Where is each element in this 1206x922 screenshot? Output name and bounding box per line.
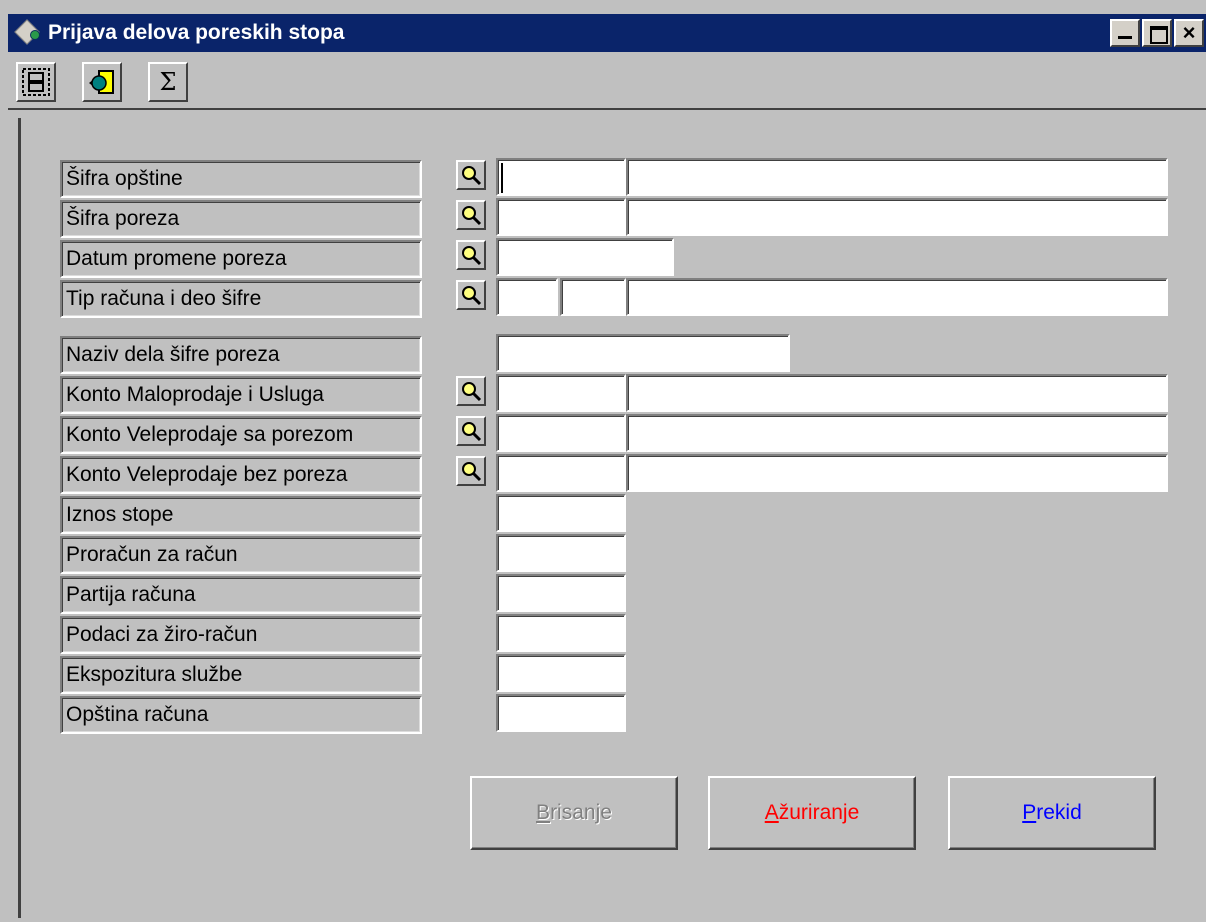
app-icon[interactable] bbox=[14, 19, 42, 46]
label-tip-racuna: Tip računa i deo šifre bbox=[60, 280, 422, 318]
lookup-konto-maloprodaje-button[interactable] bbox=[456, 376, 486, 406]
deo-sifre-input[interactable] bbox=[560, 278, 626, 316]
tag-icon bbox=[89, 70, 114, 94]
konto-veleprodaje-bez-name-input[interactable] bbox=[626, 454, 1168, 492]
lookup-datum-button[interactable] bbox=[456, 240, 486, 270]
sifra-opstine-name-input[interactable] bbox=[626, 158, 1168, 196]
lookup-tip-racuna-button[interactable] bbox=[456, 280, 486, 310]
lookup-sifra-poreza-button[interactable] bbox=[456, 200, 486, 230]
form-frame-edge bbox=[18, 118, 21, 918]
label-konto-veleprodaje-sa: Konto Veleprodaje sa porezom bbox=[60, 416, 422, 454]
iznos-stope-input[interactable] bbox=[496, 494, 626, 532]
label-podaci-ziro: Podaci za žiro-račun bbox=[60, 616, 422, 654]
layout-tool-button[interactable] bbox=[16, 62, 56, 102]
lookup-sifra-opstine-button[interactable] bbox=[456, 160, 486, 190]
delete-accelerator: B bbox=[536, 801, 551, 824]
magnifier-icon bbox=[462, 206, 482, 226]
label-proracun: Proračun za račun bbox=[60, 536, 422, 574]
close-icon: × bbox=[1182, 20, 1196, 45]
label-iznos-stope: Iznos stope bbox=[60, 496, 422, 534]
delete-label: risanje bbox=[550, 801, 612, 824]
text-caret bbox=[501, 163, 503, 193]
minimize-button[interactable] bbox=[1110, 19, 1140, 47]
app-window: Prijava delova poreskih stopa × Σ Šifra … bbox=[0, 0, 1206, 922]
label-ekspozitura: Ekspozitura službe bbox=[60, 656, 422, 694]
delete-button[interactable]: Brisanje bbox=[470, 776, 678, 850]
sifra-poreza-name-input[interactable] bbox=[626, 198, 1168, 236]
sifra-opstine-code-input[interactable] bbox=[496, 158, 626, 196]
konto-maloprodaje-name-input[interactable] bbox=[626, 374, 1168, 412]
update-accelerator: A bbox=[764, 801, 779, 824]
window-title: Prijava delova poreskih stopa bbox=[48, 21, 345, 44]
proracun-input[interactable] bbox=[496, 534, 626, 572]
partija-input[interactable] bbox=[496, 574, 626, 612]
datum-promene-input[interactable] bbox=[496, 238, 674, 276]
label-sifra-opstine: Šifra opštine bbox=[60, 160, 422, 198]
label-naziv-dela: Naziv dela šifre poreza bbox=[60, 336, 422, 374]
lookup-konto-veleprodaje-sa-button[interactable] bbox=[456, 416, 486, 446]
sum-tool-button[interactable]: Σ bbox=[148, 62, 188, 102]
cancel-accelerator: P bbox=[1022, 801, 1037, 824]
tip-racuna-name-input[interactable] bbox=[626, 278, 1168, 316]
tip-racuna-input[interactable] bbox=[496, 278, 558, 316]
label-konto-maloprodaje: Konto Maloprodaje i Usluga bbox=[60, 376, 422, 414]
label-sifra-poreza: Šifra poreza bbox=[60, 200, 422, 238]
konto-maloprodaje-code-input[interactable] bbox=[496, 374, 626, 412]
konto-veleprodaje-sa-name-input[interactable] bbox=[626, 414, 1168, 452]
sifra-poreza-code-input[interactable] bbox=[496, 198, 626, 236]
magnifier-icon bbox=[462, 382, 482, 402]
label-datum-promene: Datum promene poreza bbox=[60, 240, 422, 278]
naziv-dela-input[interactable] bbox=[496, 334, 790, 372]
konto-veleprodaje-bez-code-input[interactable] bbox=[496, 454, 626, 492]
label-opstina-racuna: Opština računa bbox=[60, 696, 422, 734]
close-button[interactable]: × bbox=[1174, 19, 1204, 47]
maximize-button[interactable] bbox=[1142, 19, 1172, 47]
podaci-ziro-input[interactable] bbox=[496, 614, 626, 652]
toolbar: Σ bbox=[8, 54, 1206, 110]
lookup-konto-veleprodaje-bez-button[interactable] bbox=[456, 456, 486, 486]
cancel-button[interactable]: Prekid bbox=[948, 776, 1156, 850]
opstina-racuna-input[interactable] bbox=[496, 694, 626, 732]
label-konto-veleprodaje-bez: Konto Veleprodaje bez poreza bbox=[60, 456, 422, 494]
update-button[interactable]: Ažuriranje bbox=[708, 776, 916, 850]
konto-veleprodaje-sa-code-input[interactable] bbox=[496, 414, 626, 452]
title-bar[interactable]: Prijava delova poreskih stopa × bbox=[8, 14, 1206, 52]
cancel-label: rekid bbox=[1036, 801, 1082, 824]
magnifier-icon bbox=[462, 462, 482, 482]
ekspozitura-input[interactable] bbox=[496, 654, 626, 692]
sigma-icon: Σ bbox=[159, 68, 177, 96]
update-label: žuriranje bbox=[778, 801, 860, 824]
magnifier-icon bbox=[462, 422, 482, 442]
layout-icon bbox=[22, 68, 50, 96]
label-partija: Partija računa bbox=[60, 576, 422, 614]
magnifier-icon bbox=[462, 246, 482, 266]
magnifier-icon bbox=[462, 166, 482, 186]
tag-tool-button[interactable] bbox=[82, 62, 122, 102]
magnifier-icon bbox=[462, 286, 482, 306]
